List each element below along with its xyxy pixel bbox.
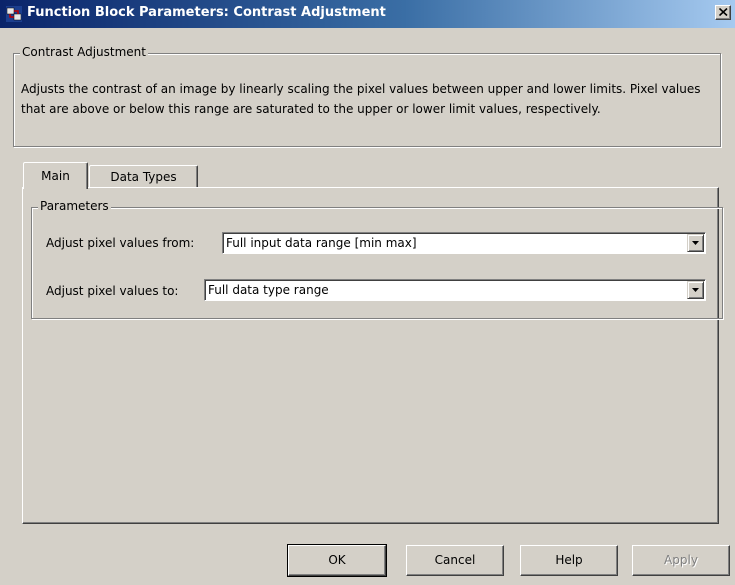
tab-data-types[interactable]: Data Types — [89, 165, 198, 187]
parameters-title: Parameters — [38, 199, 111, 213]
adjust-to-select[interactable]: Full data type range — [204, 279, 706, 301]
close-icon — [719, 8, 728, 16]
chevron-down-icon — [692, 288, 699, 292]
adjust-from-select[interactable]: Full input data range [min max] — [222, 232, 706, 254]
adjust-from-value: Full input data range [min max] — [226, 236, 417, 250]
block-description-title: Contrast Adjustment — [20, 45, 148, 59]
adjust-from-dropdown-button[interactable] — [687, 234, 704, 252]
help-button[interactable]: Help — [520, 545, 618, 576]
block-description-text: Adjusts the contrast of an image by line… — [21, 82, 701, 116]
ok-button[interactable]: OK — [287, 544, 387, 577]
simulink-block-icon — [6, 6, 22, 22]
adjust-to-value: Full data type range — [208, 283, 329, 297]
chevron-down-icon — [692, 241, 699, 245]
window-title: Function Block Parameters: Contrast Adju… — [27, 5, 386, 20]
cancel-button[interactable]: Cancel — [406, 545, 504, 576]
close-button[interactable] — [715, 5, 731, 20]
adjust-from-label: Adjust pixel values from: — [46, 236, 195, 250]
title-bar[interactable]: Function Block Parameters: Contrast Adju… — [0, 0, 735, 28]
apply-button[interactable]: Apply — [632, 545, 730, 576]
adjust-to-label: Adjust pixel values to: — [46, 284, 179, 298]
adjust-to-dropdown-button[interactable] — [687, 281, 704, 299]
parameters-group — [31, 207, 723, 319]
tab-main[interactable]: Main — [23, 162, 88, 189]
